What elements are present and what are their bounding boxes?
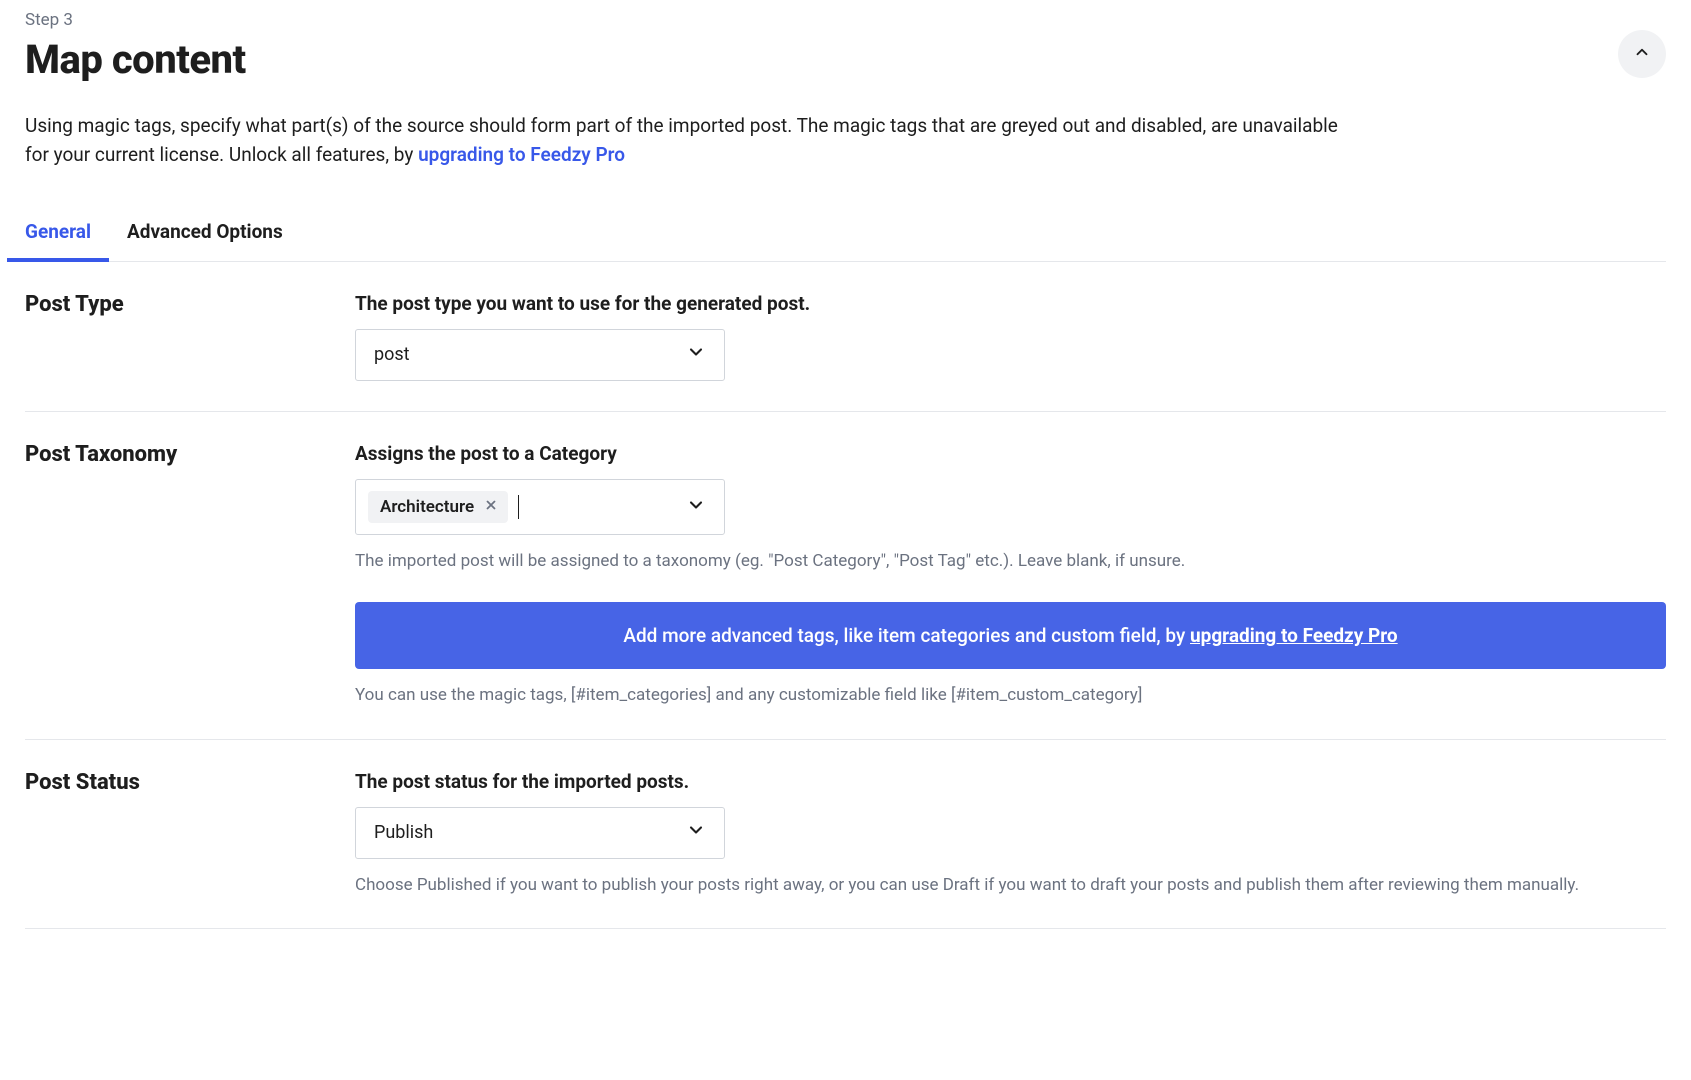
text-cursor (518, 495, 519, 519)
promo-text: Add more advanced tags, like item catego… (623, 624, 1190, 647)
post-type-value: post (374, 344, 410, 365)
post-status-value: Publish (374, 822, 433, 843)
section-post-taxonomy: Post Taxonomy Assigns the post to a Cate… (25, 412, 1666, 740)
chevron-down-icon (686, 342, 706, 367)
section-body-post-taxonomy: Assigns the post to a Category Architect… (355, 442, 1666, 709)
promo-banner: Add more advanced tags, like item catego… (355, 602, 1666, 669)
section-body-post-status: The post status for the imported posts. … (355, 770, 1666, 899)
section-body-post-type: The post type you want to use for the ge… (355, 292, 1666, 381)
header-row: Map content (25, 36, 1666, 111)
tabs: General Advanced Options (25, 208, 1666, 262)
post-taxonomy-select[interactable]: Architecture (355, 479, 725, 535)
upgrade-link[interactable]: upgrading to Feedzy Pro (418, 143, 625, 166)
chevron-down-icon (686, 820, 706, 845)
tab-advanced-options[interactable]: Advanced Options (127, 208, 283, 261)
post-taxonomy-field-label: Assigns the post to a Category (355, 442, 1666, 465)
intro-text: Using magic tags, specify what part(s) o… (25, 111, 1345, 170)
collapse-button[interactable] (1618, 30, 1666, 78)
step-label: Step 3 (25, 10, 1666, 30)
close-icon (484, 497, 498, 517)
section-post-status: Post Status The post status for the impo… (25, 740, 1666, 930)
page-title: Map content (25, 36, 246, 83)
chevron-up-icon (1633, 43, 1651, 65)
remove-tag-button[interactable] (482, 498, 500, 516)
promo-upgrade-link[interactable]: upgrading to Feedzy Pro (1190, 624, 1398, 647)
post-status-select[interactable]: Publish (355, 807, 725, 859)
taxonomy-tag-label: Architecture (380, 497, 474, 517)
section-label-post-taxonomy: Post Taxonomy (25, 442, 355, 709)
post-status-field-label: The post status for the imported posts. (355, 770, 1666, 793)
section-label-post-status: Post Status (25, 770, 355, 899)
post-type-field-label: The post type you want to use for the ge… (355, 292, 1666, 315)
taxonomy-help-2: You can use the magic tags, [#item_categ… (355, 683, 1666, 709)
taxonomy-tag-chip: Architecture (368, 491, 508, 523)
post-status-help: Choose Published if you want to publish … (355, 873, 1666, 899)
section-label-post-type: Post Type (25, 292, 355, 381)
post-type-select[interactable]: post (355, 329, 725, 381)
tab-general[interactable]: General (25, 208, 91, 261)
intro-before: Using magic tags, specify what part(s) o… (25, 114, 1338, 166)
taxonomy-help-1: The imported post will be assigned to a … (355, 549, 1666, 575)
chevron-down-icon (686, 495, 706, 519)
section-post-type: Post Type The post type you want to use … (25, 262, 1666, 412)
